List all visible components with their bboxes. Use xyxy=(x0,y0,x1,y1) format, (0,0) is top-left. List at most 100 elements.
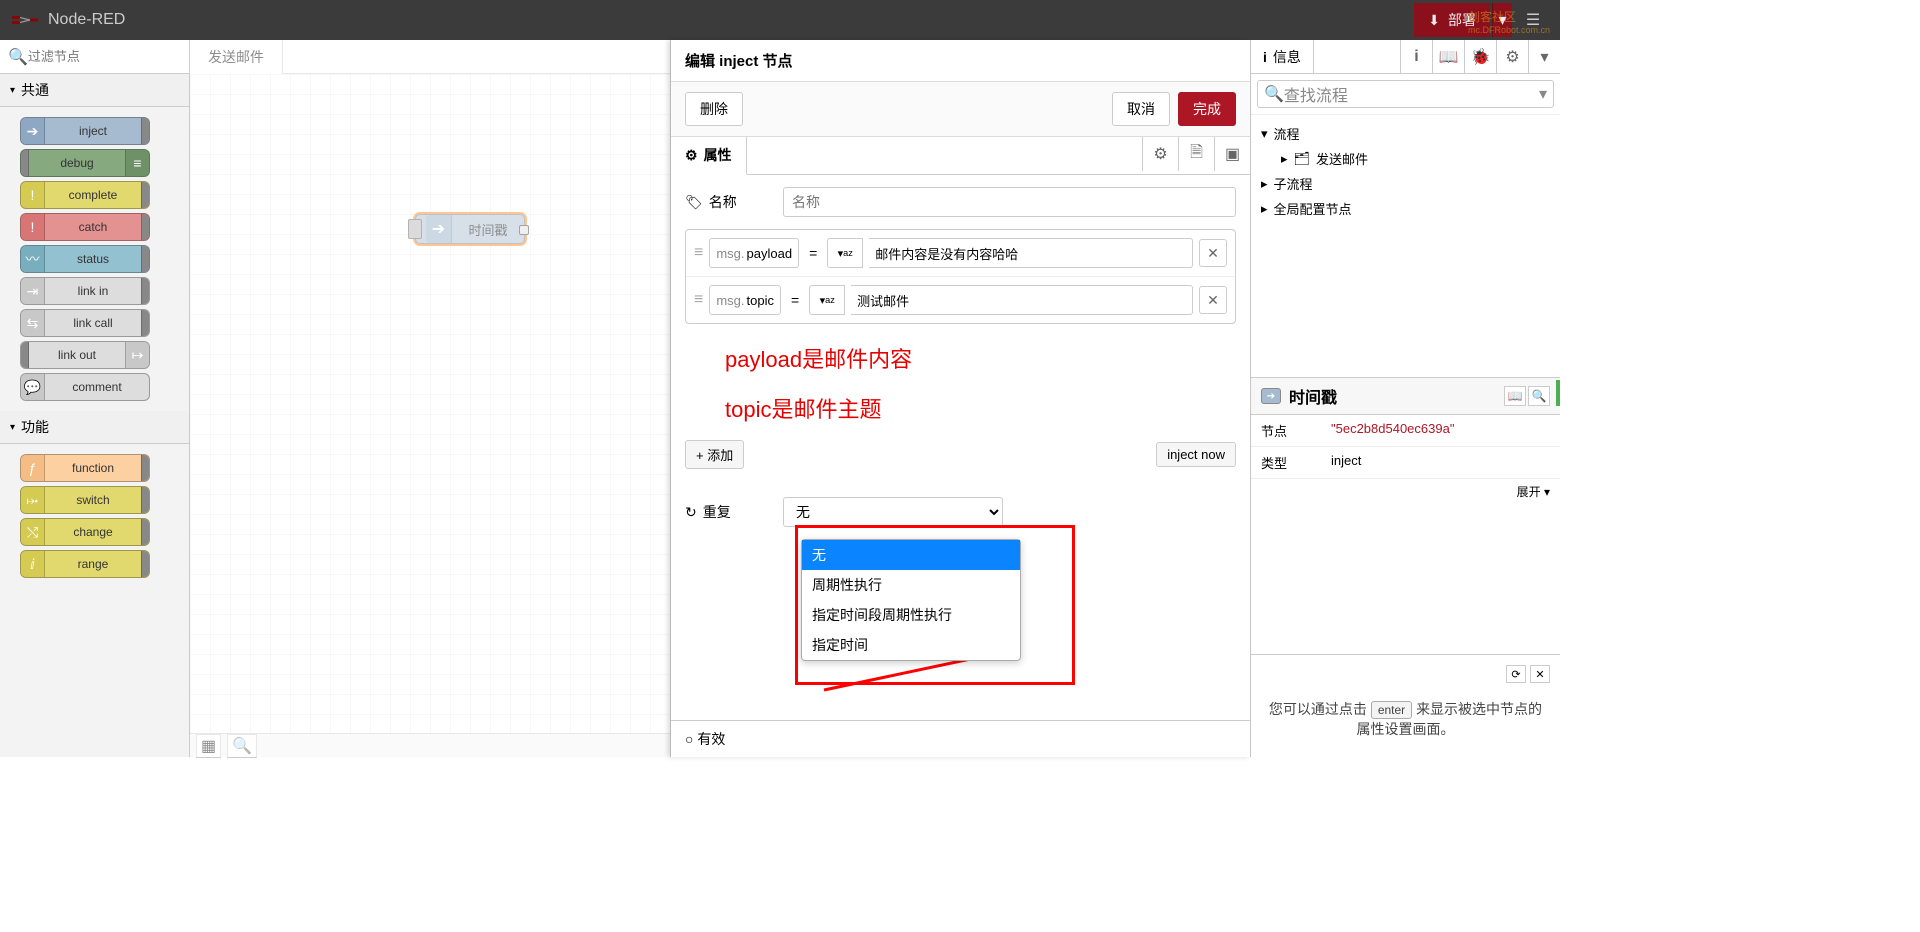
palette-node-switch[interactable]: ⤠switch xyxy=(20,486,150,514)
alert-icon: ! xyxy=(21,182,45,208)
plus-icon: + xyxy=(696,448,707,463)
msg-key-input[interactable]: msg.topic xyxy=(709,285,781,315)
info-icon[interactable]: i xyxy=(1400,40,1432,73)
annotation-text: topic是邮件主题 xyxy=(725,392,1236,424)
cancel-button[interactable]: 取消 xyxy=(1112,92,1170,126)
drag-handle-icon[interactable]: ≡ xyxy=(694,244,703,262)
palette-search[interactable]: 🔍 xyxy=(0,40,189,74)
help-icon[interactable]: 📖 xyxy=(1432,40,1464,73)
sidebar-search[interactable]: 🔍 查找流程▾ xyxy=(1257,80,1554,108)
dropdown-option[interactable]: 周期性执行 xyxy=(802,570,1020,600)
chevron-down-icon: ▾ xyxy=(1261,126,1268,142)
inject-now-button[interactable]: inject now xyxy=(1156,442,1236,467)
palette-category-common[interactable]: ▾共通 xyxy=(0,74,189,107)
deploy-icon: ⬇ xyxy=(1428,12,1440,29)
palette-node-comment[interactable]: 💬comment xyxy=(20,373,150,401)
logered-logo-icon xyxy=(12,13,40,27)
delete-row-button[interactable]: ✕ xyxy=(1199,286,1227,314)
chevron-right-icon: ▸ xyxy=(1261,176,1268,192)
help-icon[interactable]: 📖 xyxy=(1504,386,1526,406)
sidebar-node-title: 时间戳 xyxy=(1289,384,1337,408)
gear-icon[interactable]: ⚙ xyxy=(1142,137,1178,171)
palette-filter-input[interactable] xyxy=(28,49,190,64)
palette-node-link-call[interactable]: ⇆link call xyxy=(20,309,150,337)
alert-icon: ! xyxy=(21,214,45,240)
properties-tab[interactable]: ⚙属性 xyxy=(671,137,747,175)
repeat-select[interactable]: 无 xyxy=(783,497,1003,527)
edit-panel: 编辑 inject 节点 删除 取消 完成 ⚙属性 ⚙ 🗎 ▣ 🏷 名称 xyxy=(670,40,1250,757)
palette-node-debug[interactable]: debug≡ xyxy=(20,149,150,177)
palette-node-status[interactable]: 〰status xyxy=(20,245,150,273)
palette-node-link-out[interactable]: link out↦ xyxy=(20,341,150,369)
link-in-icon: ⇥ xyxy=(21,278,45,304)
debug-icon[interactable]: 🐞 xyxy=(1464,40,1496,73)
edit-panel-title: 编辑 inject 节点 xyxy=(671,40,1250,82)
sidebar-tree: ▾流程 ▸🗂发送邮件 ▸子流程 ▸全局配置节点 xyxy=(1251,115,1560,227)
repeat-label: 重复 xyxy=(703,502,731,522)
appearance-icon[interactable]: ▣ xyxy=(1214,137,1250,171)
info-type-value: inject xyxy=(1331,453,1550,472)
type-selector[interactable]: ▾ az xyxy=(809,285,845,315)
palette-node-catch[interactable]: !catch xyxy=(20,213,150,241)
dropdown-option[interactable]: 指定时间段周期性执行 xyxy=(802,600,1020,630)
tree-flows[interactable]: ▾流程 xyxy=(1261,121,1550,146)
tree-flow-item[interactable]: ▸🗂发送邮件 xyxy=(1261,146,1550,171)
tag-icon: 🏷 xyxy=(685,194,703,211)
refresh-icon[interactable]: ⟳ xyxy=(1506,665,1526,683)
tree-subflows[interactable]: ▸子流程 xyxy=(1261,171,1550,196)
value-input[interactable] xyxy=(851,285,1193,315)
drag-handle-icon[interactable]: ≡ xyxy=(694,291,703,309)
kbd-enter: enter xyxy=(1371,701,1412,719)
sidebar-tab-info[interactable]: i 信息 xyxy=(1251,40,1314,73)
description-icon[interactable]: 🗎 xyxy=(1178,137,1214,171)
repeat-icon: ↻ xyxy=(685,504,697,521)
dropdown-option[interactable]: 指定时间 xyxy=(802,630,1020,660)
palette-node-complete[interactable]: !complete xyxy=(20,181,150,209)
info-node-id: "5ec2b8d540ec639a" xyxy=(1331,421,1550,440)
palette-node-function[interactable]: ƒfunction xyxy=(20,454,150,482)
comment-icon: 💬 xyxy=(21,374,45,400)
palette-node-inject[interactable]: ➔inject xyxy=(20,117,150,145)
more-icon[interactable]: ▾ xyxy=(1528,40,1560,73)
palette-node-change[interactable]: ⤭change xyxy=(20,518,150,546)
app-title: Node-RED xyxy=(48,11,125,29)
done-button[interactable]: 完成 xyxy=(1178,92,1236,126)
link-out-icon: ↦ xyxy=(125,342,149,368)
info-node-label: 节点 xyxy=(1261,421,1331,440)
add-row-button[interactable]: + 添加 xyxy=(685,440,744,469)
chevron-down-icon: ▾ xyxy=(10,85,15,96)
arrow-right-icon: ➔ xyxy=(21,118,45,144)
chevron-down-icon: ▾ xyxy=(1539,84,1547,104)
value-input[interactable] xyxy=(869,238,1193,268)
palette-node-link-in[interactable]: ⇥link in xyxy=(20,277,150,305)
delete-button[interactable]: 删除 xyxy=(685,92,743,126)
close-icon[interactable]: ✕ xyxy=(1530,665,1550,683)
expand-link[interactable]: 展开 ▾ xyxy=(1251,479,1560,504)
config-icon[interactable]: ⚙ xyxy=(1496,40,1528,73)
node-type-icon: ➔ xyxy=(1261,388,1281,404)
type-selector[interactable]: ▾ az xyxy=(827,238,863,268)
dropdown-option[interactable]: 无 xyxy=(802,540,1020,570)
name-input[interactable] xyxy=(783,187,1236,217)
info-type-label: 类型 xyxy=(1261,453,1331,472)
function-icon: ƒ xyxy=(21,455,45,481)
link-call-icon: ⇆ xyxy=(21,310,45,336)
workspace: 发送邮件 ➔ 时间戳 ▦ 🔍 编辑 inject 节点 删除 取消 完成 xyxy=(190,40,1250,757)
palette-category-function[interactable]: ▾功能 xyxy=(0,411,189,444)
delete-row-button[interactable]: ✕ xyxy=(1199,239,1227,267)
range-icon: ⅈ xyxy=(21,551,45,577)
property-list: ≡ msg.payload = ▾ az ✕ ≡ msg.topic = ▾ a… xyxy=(685,229,1236,324)
pulse-icon: 〰 xyxy=(21,246,45,272)
repeat-dropdown: 无 周期性执行 指定时间段周期性执行 指定时间 xyxy=(801,539,1021,661)
switch-icon: ⤠ xyxy=(21,487,45,513)
valid-checkbox[interactable]: ○ 有效 xyxy=(671,720,1250,757)
change-icon: ⤭ xyxy=(21,519,45,545)
palette-node-range[interactable]: ⅈrange xyxy=(20,550,150,578)
msg-key-input[interactable]: msg.payload xyxy=(709,238,799,268)
app-header: Node-RED ⬇ 部署 ▾ ☰ 创客社区 mc.DFRobot.com.cn xyxy=(0,0,1560,40)
property-row: ≡ msg.payload = ▾ az ✕ xyxy=(686,230,1235,277)
name-label: 名称 xyxy=(709,192,737,212)
search-icon[interactable]: 🔍 xyxy=(1528,386,1550,406)
tree-global-config[interactable]: ▸全局配置节点 xyxy=(1261,196,1550,221)
gear-icon: ⚙ xyxy=(685,147,698,164)
